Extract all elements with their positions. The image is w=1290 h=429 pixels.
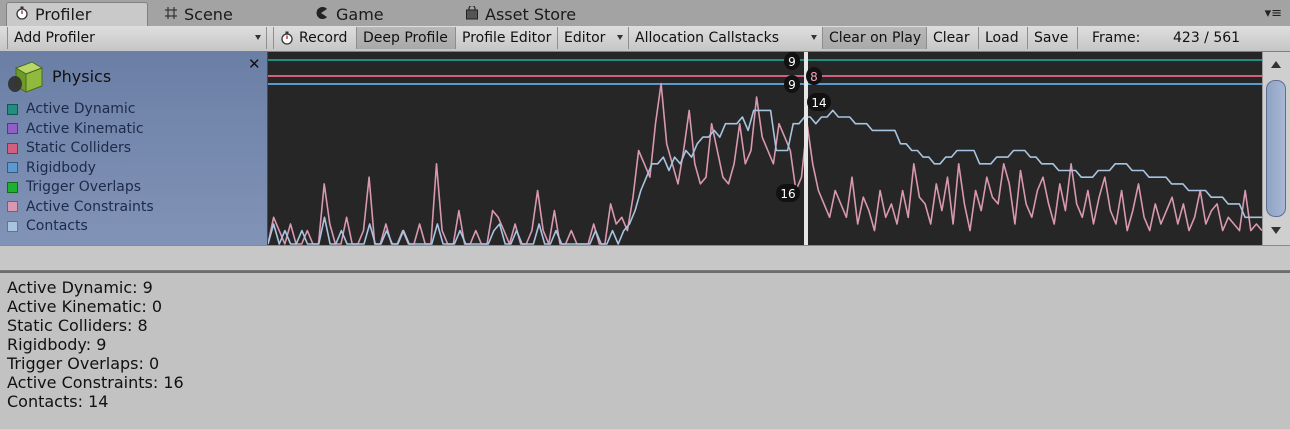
legend-swatch: [7, 123, 18, 134]
clear-on-play-label: Clear on Play: [829, 30, 922, 46]
legend-item[interactable]: Trigger Overlaps: [7, 178, 141, 196]
detail-rigidbody: Rigidbody: 9: [7, 335, 107, 354]
deep-profile-label: Deep Profile: [363, 30, 448, 46]
editor-label: Editor: [564, 30, 606, 46]
scroll-up-icon[interactable]: [1271, 61, 1281, 68]
add-profiler-dropdown[interactable]: Add Profiler: [7, 27, 267, 49]
load-button[interactable]: Load: [979, 27, 1028, 49]
profile-editor-label: Profile Editor: [462, 30, 552, 46]
clear-button[interactable]: Clear: [927, 27, 979, 49]
value-label: 14: [811, 96, 826, 110]
clear-on-play-button[interactable]: Clear on Play: [823, 27, 927, 49]
series-line-active-constraints: [267, 82, 1263, 245]
physics-module-panel[interactable]: Physics ✕ Active Dynamic Active Kinematic…: [0, 52, 268, 245]
legend-label: Rigidbody: [26, 159, 96, 176]
record-label: Record: [299, 30, 348, 46]
deep-profile-button[interactable]: Deep Profile: [357, 27, 456, 49]
save-button[interactable]: Save: [1028, 27, 1078, 49]
legend-item[interactable]: Static Colliders: [7, 139, 131, 157]
grid-icon: [164, 5, 178, 24]
frame-label: Frame:: [1092, 30, 1141, 46]
pacman-icon: [314, 5, 330, 24]
profiler-icon: [15, 5, 29, 24]
profile-editor-button[interactable]: Profile Editor: [456, 27, 558, 49]
physics-chart[interactable]: 9 8 9 14 16: [267, 52, 1263, 245]
value-label: 9: [788, 78, 796, 92]
legend-item[interactable]: Active Constraints: [7, 198, 154, 216]
detail-active-kinematic: Active Kinematic: 0: [7, 297, 163, 316]
chevron-down-icon: [255, 35, 261, 40]
legend-item[interactable]: Rigidbody: [7, 159, 96, 177]
legend-label: Active Kinematic: [26, 120, 144, 137]
record-button[interactable]: Record: [273, 27, 357, 49]
legend-swatch: [7, 142, 18, 154]
window-menu-icon[interactable]: ▾≡: [1265, 6, 1282, 21]
scroll-thumb[interactable]: [1266, 80, 1286, 217]
allocation-callstacks-label: Allocation Callstacks: [635, 30, 780, 46]
legend-item[interactable]: Contacts: [7, 217, 88, 235]
legend-swatch: [7, 181, 18, 193]
legend-item[interactable]: Active Dynamic: [7, 100, 136, 118]
window-tab-bar: Profiler Scene Game Asset Store ▾≡: [0, 0, 1290, 27]
legend-label: Active Constraints: [26, 198, 154, 215]
profiler-toolbar: Add Profiler Record Deep Profile Profile…: [0, 26, 1290, 52]
frame-counter: 423 / 561: [1173, 30, 1241, 46]
tab-asset-store[interactable]: Asset Store: [465, 2, 625, 26]
chart-svg: 989 14 16: [267, 52, 1263, 245]
physics-cube-icon: [6, 60, 44, 94]
tab-profiler-label: Profiler: [35, 5, 92, 24]
scroll-down-icon[interactable]: [1271, 227, 1281, 234]
chevron-down-icon: [617, 35, 623, 40]
chart-scrollbar[interactable]: [1262, 52, 1290, 245]
module-title: Physics: [52, 67, 112, 86]
split-divider[interactable]: [0, 245, 1290, 271]
legend-label: Static Colliders: [26, 140, 132, 156]
value-label: 16: [780, 187, 795, 201]
detail-static-colliders: Static Colliders: 8: [7, 316, 148, 335]
legend-label: Active Dynamic: [26, 101, 136, 117]
load-label: Load: [985, 30, 1019, 46]
chevron-down-icon: [811, 35, 817, 40]
save-label: Save: [1034, 30, 1069, 46]
value-label: 9: [788, 55, 796, 69]
value-label: 8: [810, 70, 818, 84]
legend-swatch: [7, 103, 18, 115]
tab-scene[interactable]: Scene: [164, 2, 294, 26]
detail-active-dynamic: Active Dynamic: 9: [7, 278, 153, 297]
legend-swatch: [7, 201, 18, 212]
clear-label: Clear: [933, 30, 970, 46]
detail-active-constraints: Active Constraints: 16: [7, 373, 184, 392]
detail-trigger-overlaps: Trigger Overlaps: 0: [7, 354, 160, 373]
record-icon: [280, 31, 294, 45]
shop-bag-icon: [465, 4, 479, 24]
legend-label: Trigger Overlaps: [26, 179, 142, 195]
tab-game[interactable]: Game: [314, 2, 444, 26]
close-icon[interactable]: ✕: [248, 55, 261, 73]
details-panel: Active Dynamic: 9 Active Kinematic: 0 St…: [0, 271, 1290, 429]
legend-label: Contacts: [26, 218, 88, 234]
tab-profiler[interactable]: Profiler: [6, 2, 148, 26]
editor-target-dropdown[interactable]: Editor: [558, 27, 629, 49]
series-line-contacts: [267, 109, 1262, 245]
tab-game-label: Game: [336, 4, 384, 24]
tab-asset-store-label: Asset Store: [485, 4, 577, 24]
add-profiler-label: Add Profiler: [14, 30, 95, 46]
detail-contacts: Contacts: 14: [7, 392, 109, 411]
tab-scene-label: Scene: [184, 4, 233, 24]
legend-swatch: [7, 220, 18, 232]
legend-item[interactable]: Active Kinematic: [7, 120, 144, 138]
legend-swatch: [7, 162, 18, 173]
allocation-callstacks-dropdown[interactable]: Allocation Callstacks: [629, 27, 823, 49]
